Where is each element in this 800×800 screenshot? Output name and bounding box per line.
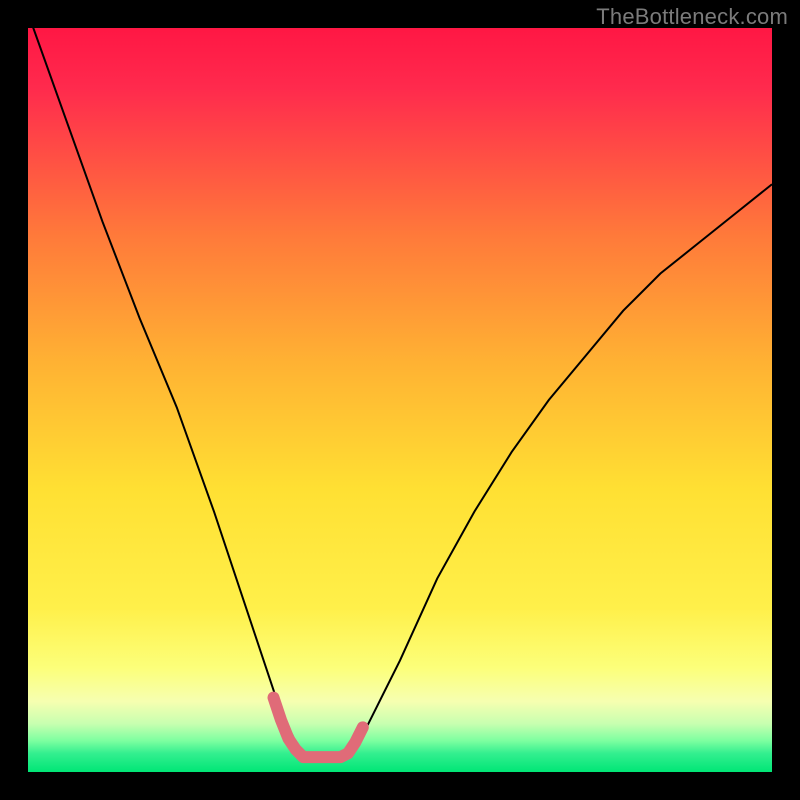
watermark-label: TheBottleneck.com [596,4,788,30]
chart-frame: TheBottleneck.com [0,0,800,800]
bottleneck-chart [28,28,772,772]
plot-area [28,28,772,772]
